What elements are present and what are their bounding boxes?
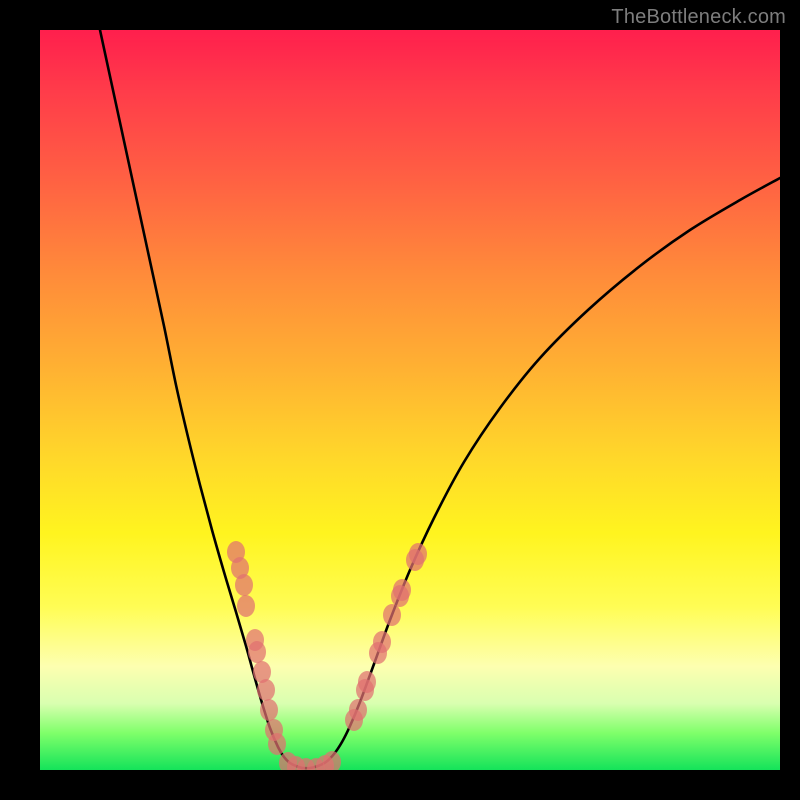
scatter-dot — [237, 595, 255, 617]
scatter-dot — [235, 574, 253, 596]
scatter-dot — [257, 679, 275, 701]
chart-frame: TheBottleneck.com — [0, 0, 800, 800]
scatter-dot — [323, 751, 341, 770]
scatter-dot — [358, 671, 376, 693]
plot-area — [40, 30, 780, 770]
scatter-dot — [373, 631, 391, 653]
scatter-dot — [248, 641, 266, 663]
chart-svg — [40, 30, 780, 770]
scatter-dot — [260, 699, 278, 721]
scatter-dot — [383, 604, 401, 626]
scatter-dot — [349, 699, 367, 721]
scatter-dots — [227, 541, 427, 770]
scatter-dot — [393, 579, 411, 601]
scatter-dot — [409, 543, 427, 565]
scatter-dot — [268, 733, 286, 755]
bottleneck-curve-left — [100, 30, 302, 768]
watermark-text: TheBottleneck.com — [611, 6, 786, 29]
